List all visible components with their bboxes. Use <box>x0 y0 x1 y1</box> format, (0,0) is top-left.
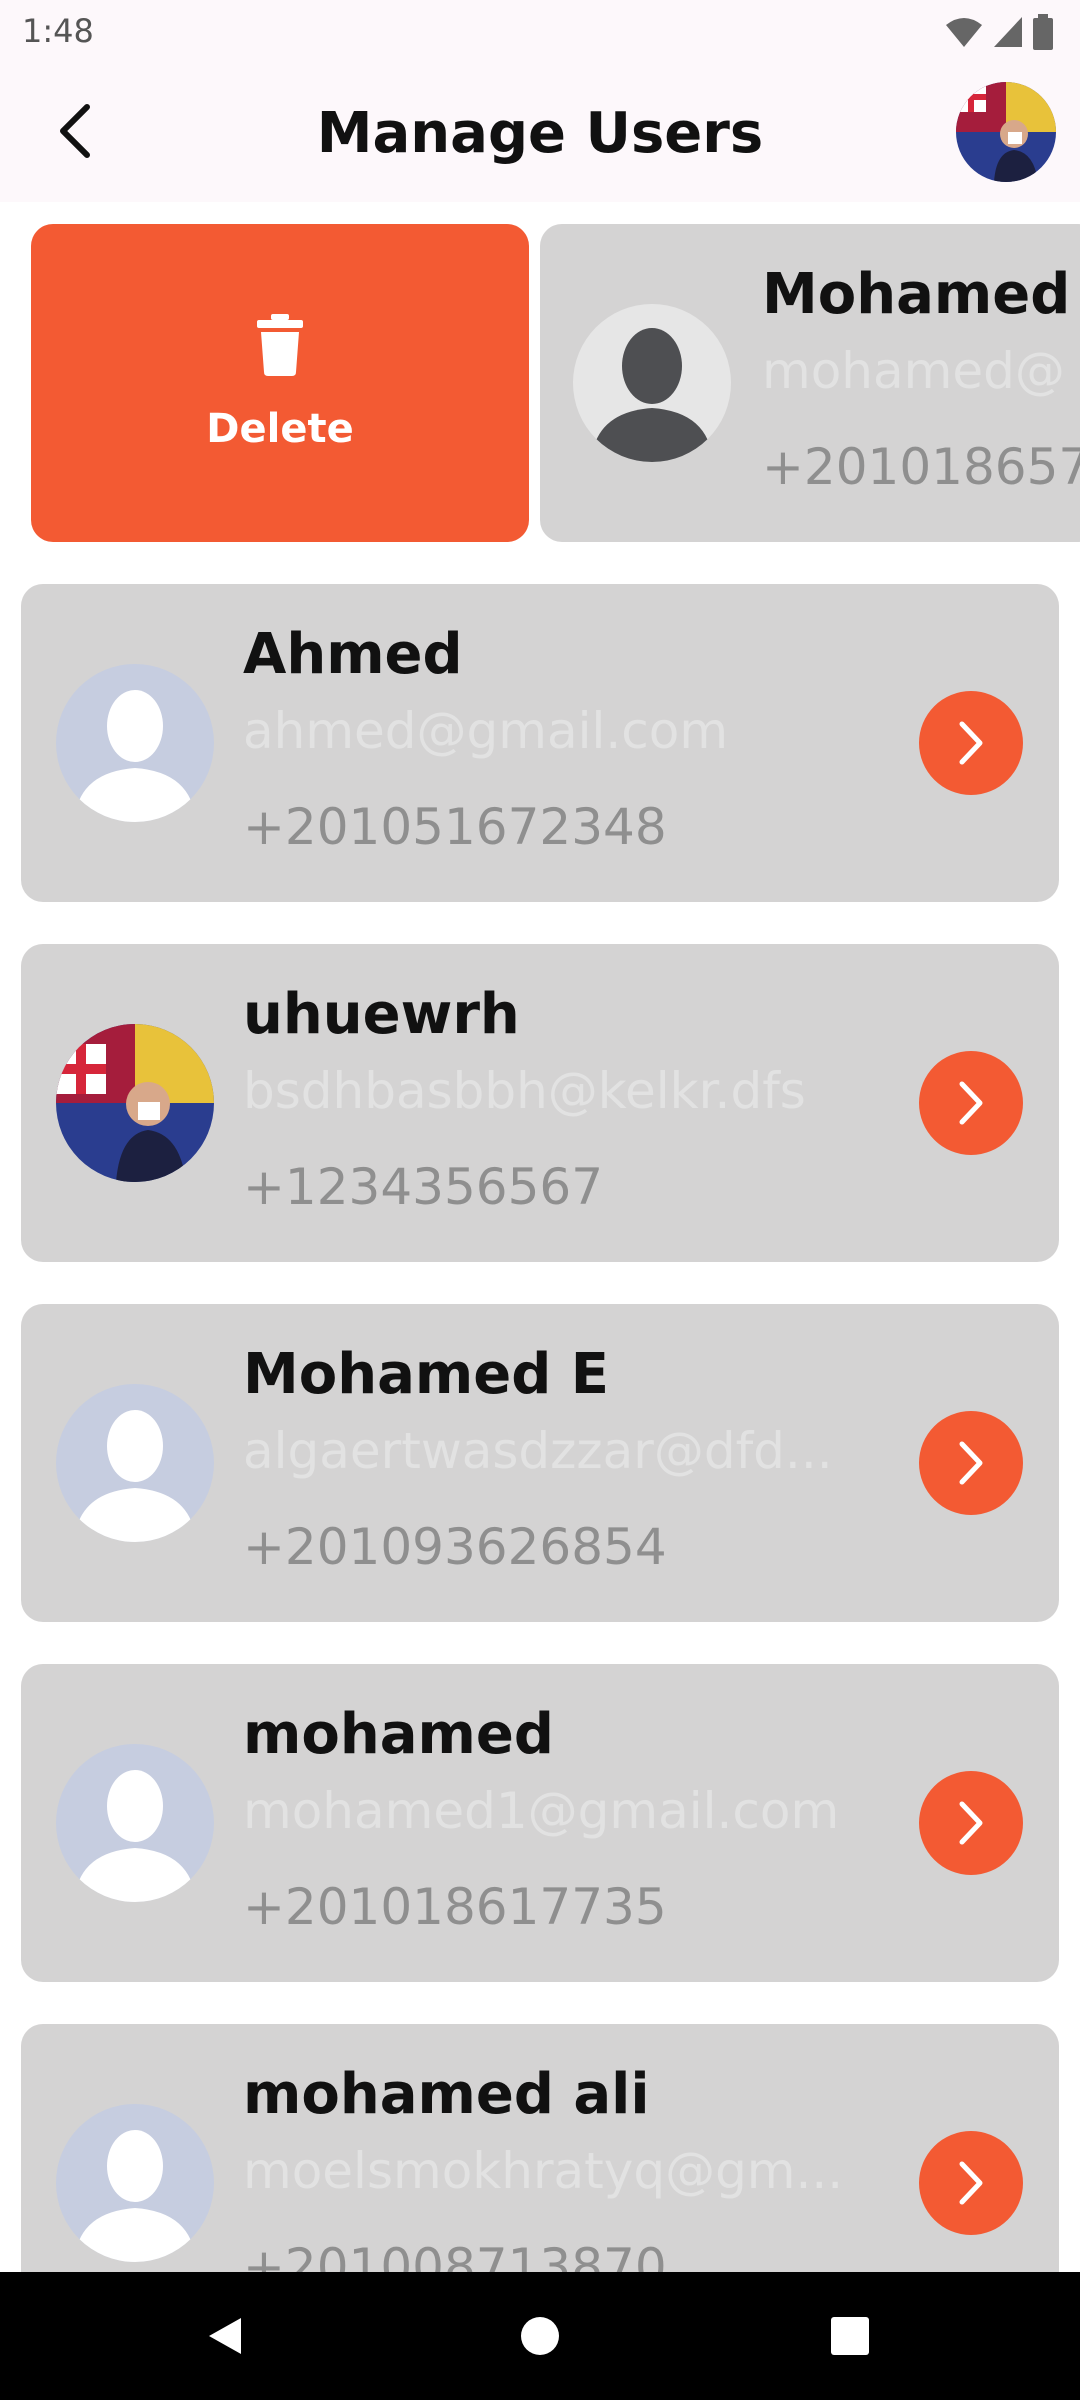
user-name: Mohamed <box>762 262 1071 327</box>
user-name: uhuewrh <box>243 982 520 1047</box>
user-name: Mohamed E <box>243 1342 610 1407</box>
avatar <box>56 2104 214 2262</box>
open-user-button[interactable] <box>919 2131 1023 2235</box>
user-email: bsdhbasbbh@kelkr.dfs <box>243 1062 806 1120</box>
user-name: Ahmed <box>243 622 463 687</box>
avatar <box>56 1744 214 1902</box>
avatar <box>573 304 731 462</box>
user-name: mohamed ali <box>243 2062 650 2127</box>
app-bar: Manage Users <box>0 66 1080 202</box>
system-nav-bar <box>0 2272 1080 2400</box>
user-card[interactable]: mohamed ali moelsmokhratyq@gm... +201008… <box>21 2024 1059 2272</box>
nav-back-button[interactable] <box>165 2272 285 2400</box>
open-user-button[interactable] <box>919 1771 1023 1875</box>
trash-icon <box>257 314 303 376</box>
signal-icon <box>994 17 1022 47</box>
open-user-button[interactable] <box>919 1411 1023 1515</box>
nav-home-button[interactable] <box>480 2272 600 2400</box>
avatar <box>56 664 214 822</box>
open-user-button[interactable] <box>919 691 1023 795</box>
delete-button[interactable]: Delete <box>31 224 529 542</box>
user-phone: +201093626854 <box>243 1518 667 1576</box>
battery-icon <box>1033 14 1053 50</box>
status-icons <box>944 12 1054 52</box>
nav-back-icon <box>209 2318 241 2354</box>
chevron-right-icon <box>959 1081 983 1125</box>
user-email: algaertwasdzzar@dfd... <box>243 1422 833 1480</box>
chevron-right-icon <box>959 721 983 765</box>
wifi-icon <box>946 18 982 47</box>
nav-home-icon <box>521 2317 559 2355</box>
status-bar: 1:48 <box>0 0 1080 66</box>
chevron-right-icon <box>959 2161 983 2205</box>
user-name: mohamed <box>243 1702 554 1767</box>
user-card[interactable]: Ahmed ahmed@gmail.com +201051672348 <box>21 584 1059 902</box>
user-email: mohamed@ <box>762 342 1065 400</box>
avatar <box>56 1024 214 1182</box>
user-phone: +2010186577 <box>762 438 1080 496</box>
delete-label: Delete <box>206 406 354 452</box>
chevron-right-icon <box>959 1441 983 1485</box>
user-phone: +1234356567 <box>243 1158 604 1216</box>
nav-recents-button[interactable] <box>790 2272 910 2400</box>
user-email: ahmed@gmail.com <box>243 702 729 760</box>
chevron-right-icon <box>959 1801 983 1845</box>
users-list[interactable]: Delete Mohamed mohamed@ +2010186577 Ahme… <box>0 202 1080 2272</box>
profile-avatar[interactable] <box>956 82 1056 182</box>
user-card[interactable]: Mohamed E algaertwasdzzar@dfd... +201093… <box>21 1304 1059 1622</box>
open-user-button[interactable] <box>919 1051 1023 1155</box>
page-title: Manage Users <box>316 101 764 166</box>
avatar <box>56 1384 214 1542</box>
user-card[interactable]: Mohamed mohamed@ +2010186577 <box>540 224 1080 542</box>
user-card[interactable]: mohamed mohamed1@gmail.com +201018617735 <box>21 1664 1059 1982</box>
user-email: moelsmokhratyq@gm... <box>243 2142 844 2200</box>
user-phone: +201008713870 <box>243 2238 667 2272</box>
user-phone: +201018617735 <box>243 1878 667 1936</box>
status-time: 1:48 <box>22 12 94 50</box>
user-email: mohamed1@gmail.com <box>243 1782 840 1840</box>
swiped-user-row[interactable]: Delete Mohamed mohamed@ +2010186577 <box>0 224 1080 544</box>
nav-recents-icon <box>831 2317 869 2355</box>
user-card[interactable]: uhuewrh bsdhbasbbh@kelkr.dfs +1234356567 <box>21 944 1059 1262</box>
user-phone: +201051672348 <box>243 798 667 856</box>
